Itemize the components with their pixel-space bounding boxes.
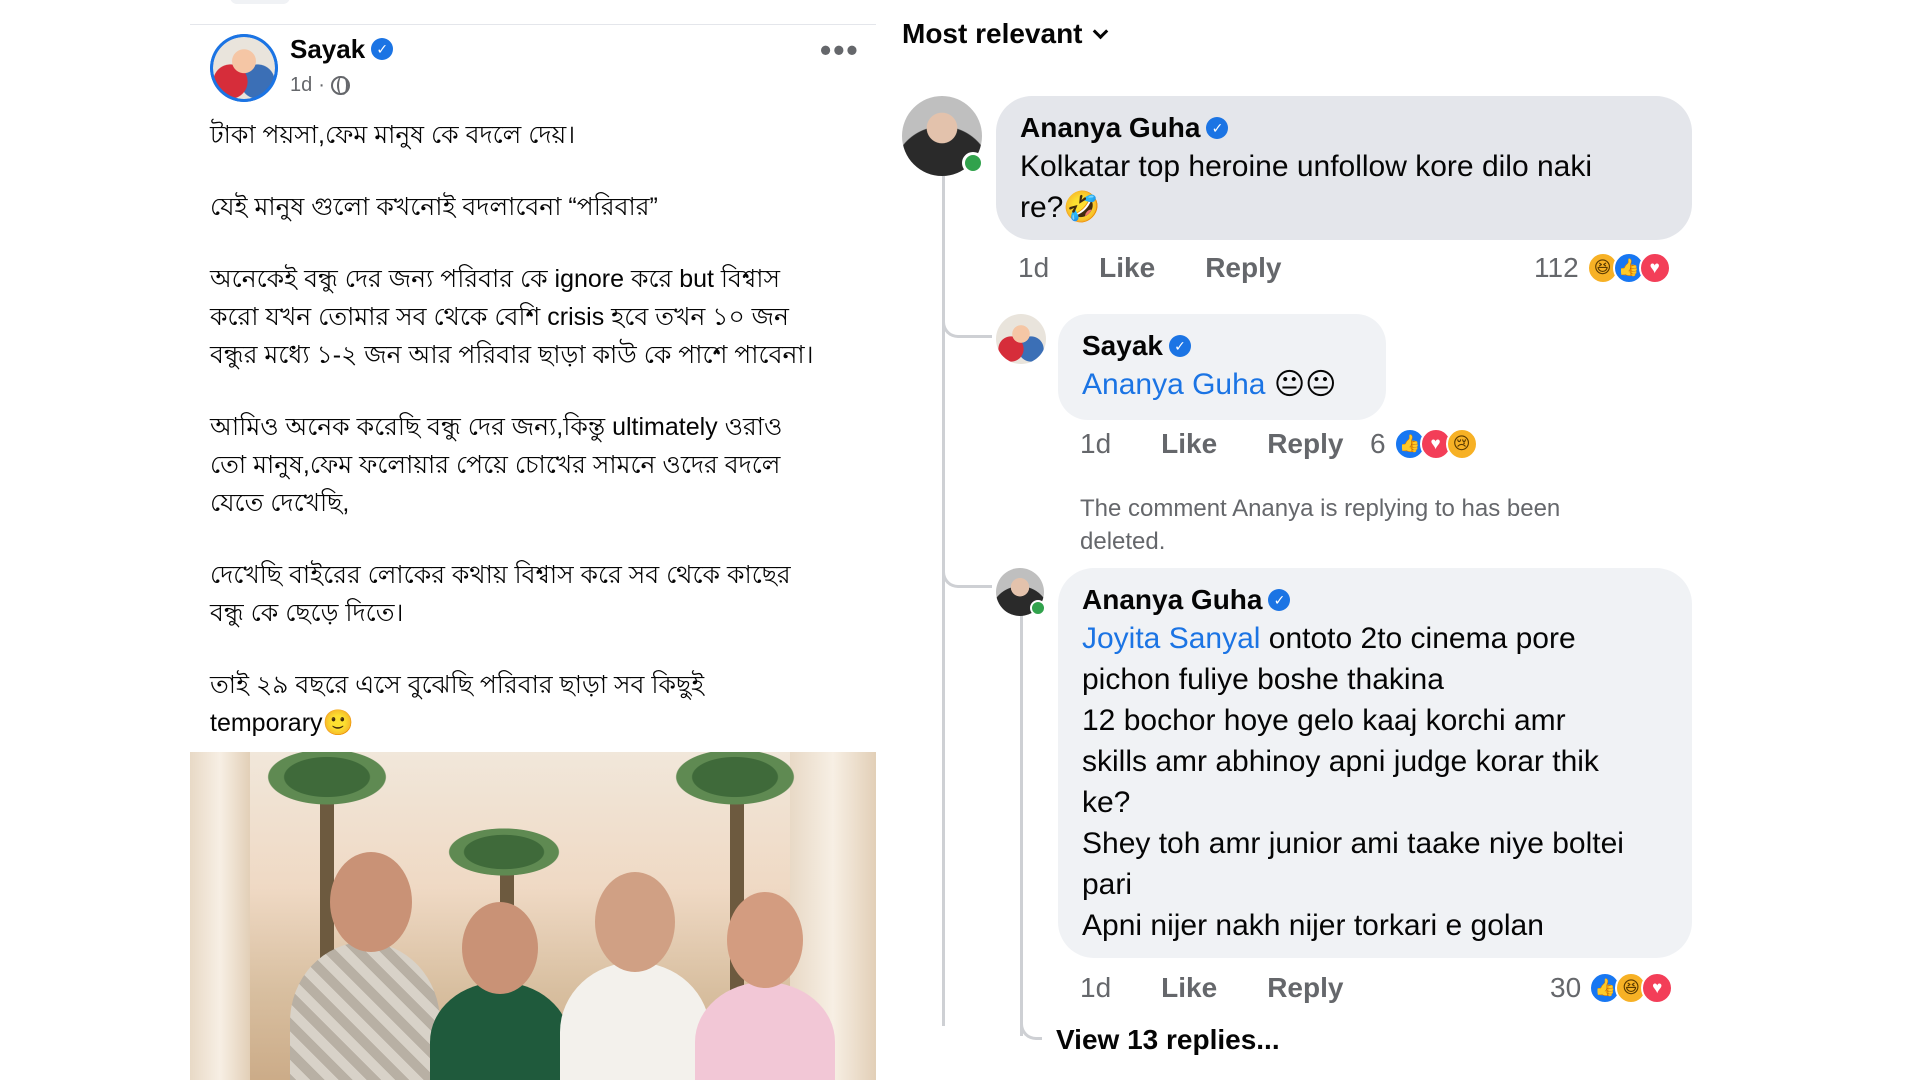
person-head xyxy=(595,872,675,972)
online-status-dot xyxy=(1030,600,1046,616)
comment-text: Joyita Sanyal ontoto 2to cinema pore pic… xyxy=(1082,618,1668,946)
person-head xyxy=(727,892,803,988)
reply-button[interactable]: Reply xyxy=(1205,252,1281,284)
reaction-summary[interactable]: 30 👍 😆 ♥ xyxy=(1550,972,1674,1004)
reaction-summary[interactable]: 112 😆 👍 ♥ xyxy=(1534,252,1671,284)
palm-leaves xyxy=(434,822,574,882)
post-card: Sayak ✓ 1d · ••• টাকা পয়সা,ফেম মানুষ কে … xyxy=(190,0,876,1080)
reaction-count: 30 xyxy=(1550,972,1582,1003)
sort-label: Most relevant xyxy=(902,18,1083,49)
comment-author-label[interactable]: Ananya Guha xyxy=(1082,584,1262,615)
thread-connector xyxy=(942,300,992,338)
verified-badge-icon: ✓ xyxy=(371,38,394,61)
comment-author[interactable]: Sayak ✓ xyxy=(1082,328,1362,364)
post-text: টাকা পয়সা,ফেম মানুষ কে বদলে দেয়। যেই ম… xyxy=(210,116,870,742)
comment-text: Kolkatar top heroine unfollow kore dilo … xyxy=(1020,150,1593,224)
reaction-icons: 👍 😆 ♥ xyxy=(1589,972,1674,1004)
verified-badge-icon: ✓ xyxy=(1206,116,1229,139)
comment-time[interactable]: 1d xyxy=(1080,972,1111,1004)
reply-button[interactable]: Reply xyxy=(1267,428,1343,460)
comment-actions: 1d Like Reply xyxy=(1018,252,1331,284)
comment-bubble: Ananya Guha ✓ Joyita Sanyal ontoto 2to ci… xyxy=(1058,568,1692,958)
comment-time[interactable]: 1d xyxy=(1018,252,1049,284)
mention-link[interactable]: Joyita Sanyal xyxy=(1082,622,1260,655)
post-author-name[interactable]: Sayak ✓ xyxy=(290,34,394,65)
separator-dot: · xyxy=(318,74,325,96)
post-time[interactable]: 1d xyxy=(290,74,312,97)
comment-text: Ananya Guha 😐😐 xyxy=(1082,364,1362,405)
person xyxy=(290,942,440,1080)
comment-text-body: pichon fuliye boshe thakina 12 bochor ho… xyxy=(1082,663,1624,942)
comment-sort-dropdown[interactable]: Most relevant xyxy=(902,18,1108,50)
thread-connector xyxy=(942,548,992,588)
comment-bubble: Ananya Guha ✓ Kolkatar top heroine unfoll… xyxy=(996,96,1692,240)
sad-icon: 😢 xyxy=(1445,428,1478,460)
comment-author[interactable]: Ananya Guha ✓ xyxy=(1020,110,1668,146)
post-paragraph: অনেকেই বন্ধু দের জন্য পরিবার কে ignore ক… xyxy=(210,265,814,369)
love-icon: ♥ xyxy=(1641,972,1674,1004)
verified-badge-icon: ✓ xyxy=(1268,588,1291,611)
previous-post-edge xyxy=(230,0,290,4)
person xyxy=(430,982,570,1080)
pillar xyxy=(190,752,250,1080)
reaction-count: 6 xyxy=(1370,428,1386,459)
comment-text-body: 😐😐 xyxy=(1265,368,1337,401)
more-options-icon[interactable]: ••• xyxy=(820,32,860,69)
online-status-dot xyxy=(962,152,984,174)
like-button[interactable]: Like xyxy=(1161,972,1217,1004)
person-head xyxy=(330,852,412,952)
post-paragraph: যেই মানুষ গুলো কখনোই বদলাবেনা “পরিবার” xyxy=(210,193,658,221)
comment-author-label[interactable]: Sayak xyxy=(1082,330,1163,361)
comment-text-first-line: ontoto 2to cinema pore xyxy=(1260,622,1576,655)
palm-leaves xyxy=(660,752,810,812)
mention-link[interactable]: Ananya Guha xyxy=(1082,368,1265,401)
post-paragraph: টাকা পয়সা,ফেম মানুষ কে বদলে দেয়। xyxy=(210,121,576,149)
comment-actions: 1d Like Reply xyxy=(1080,972,1393,1004)
thread-connector xyxy=(1020,1004,1042,1040)
person xyxy=(560,962,710,1080)
post-author-label[interactable]: Sayak xyxy=(290,34,365,64)
reaction-icons: 👍 ♥ 😢 xyxy=(1393,428,1478,460)
reaction-summary[interactable]: 6 👍 ♥ 😢 xyxy=(1370,428,1478,460)
person-head xyxy=(462,902,538,994)
post-paragraph: দেখেছি বাইরের লোকের কথায় বিশ্বাস করে সব… xyxy=(210,561,791,627)
comment-author-label[interactable]: Ananya Guha xyxy=(1020,112,1200,143)
chevron-down-icon xyxy=(1092,23,1108,40)
post-author-avatar[interactable] xyxy=(210,34,278,102)
comment-author[interactable]: Ananya Guha ✓ xyxy=(1082,582,1668,618)
comment-actions: 1d Like Reply xyxy=(1080,428,1393,460)
verified-badge-icon: ✓ xyxy=(1168,334,1191,357)
reaction-count: 112 xyxy=(1534,252,1579,283)
post-paragraph: আমিও অনেক করেছি বন্ধু দের জন্য,কিন্তু ul… xyxy=(210,413,783,517)
comment-bubble: Sayak ✓ Ananya Guha 😐😐 xyxy=(1058,314,1386,420)
reaction-icons: 😆 👍 ♥ xyxy=(1586,252,1671,284)
palm-leaves xyxy=(252,752,402,812)
view-replies-link[interactable]: View 13 replies... xyxy=(1056,1024,1280,1056)
divider xyxy=(190,24,876,25)
post-paragraph: তাই ২৯ বছরে এসে বুঝেছি পরিবার ছাড়া সব ক… xyxy=(210,671,705,737)
like-button[interactable]: Like xyxy=(1161,428,1217,460)
comment-time[interactable]: 1d xyxy=(1080,428,1111,460)
love-icon: ♥ xyxy=(1638,252,1671,284)
thread-line xyxy=(1020,608,1023,1036)
post-meta: 1d · xyxy=(290,74,350,97)
like-button[interactable]: Like xyxy=(1099,252,1155,284)
post-photo[interactable] xyxy=(190,752,876,1080)
commenter-avatar[interactable] xyxy=(996,314,1046,364)
reply-button[interactable]: Reply xyxy=(1267,972,1343,1004)
deleted-comment-note: The comment Ananya is replying to has be… xyxy=(1080,495,1561,555)
globe-icon xyxy=(330,76,350,95)
